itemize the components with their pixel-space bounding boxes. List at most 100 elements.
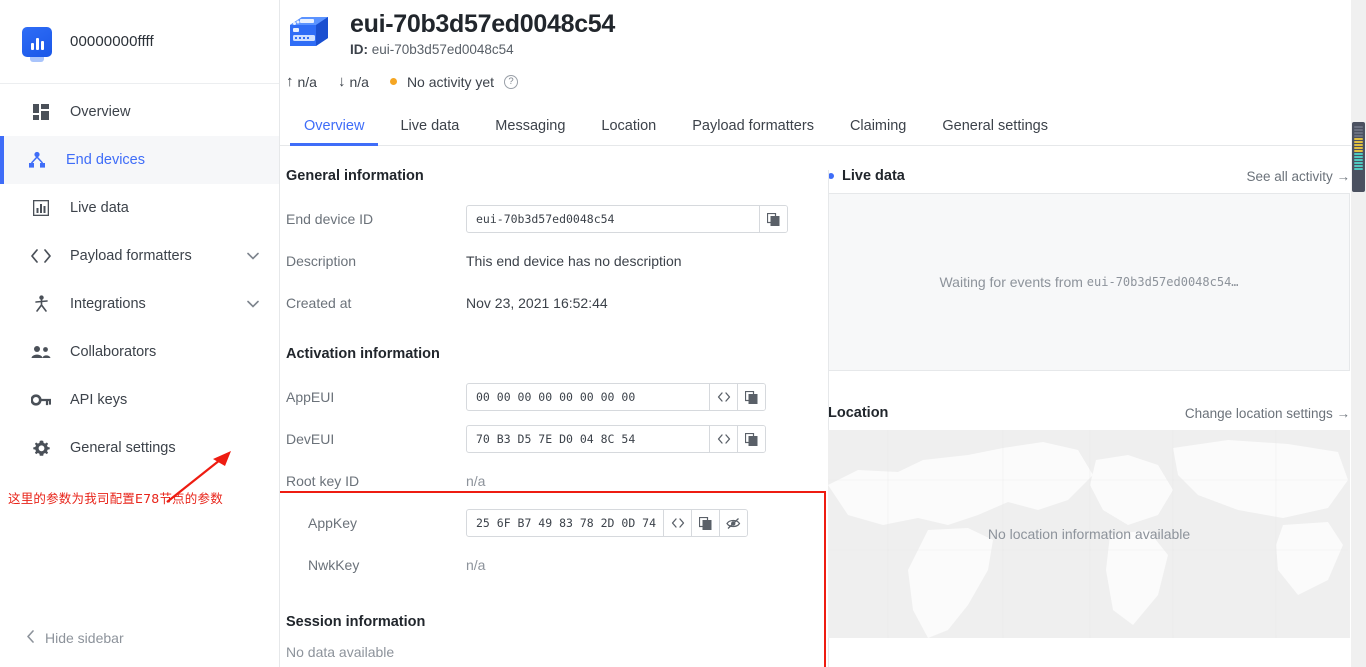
status-dot-icon — [390, 78, 397, 85]
copy-icon[interactable] — [691, 510, 719, 536]
chevron-down-icon[interactable] — [247, 297, 259, 310]
deveui-input[interactable]: 70 B3 D5 7E D0 04 8C 54 — [466, 425, 766, 453]
copy-icon[interactable] — [737, 384, 765, 410]
sidebar-item-general-settings[interactable]: General settings — [0, 424, 279, 472]
tab-bar: Overview Live data Messaging Location Pa… — [280, 110, 1366, 146]
device-id-prefix: ID: — [350, 42, 368, 57]
location-empty-text: No location information available — [988, 526, 1190, 542]
downlink-stat: ↓ n/a — [338, 73, 369, 90]
location-title: Location — [828, 405, 888, 421]
tab-payload-formatters[interactable]: Payload formatters — [674, 110, 832, 145]
device-id-value: eui-70b3d57ed0048c54 — [372, 42, 514, 57]
live-data-empty-state: Waiting for events from eui-70b3d57ed004… — [828, 193, 1350, 371]
field-nwkkey: NwkKey n/a — [286, 544, 828, 586]
overview-content: General information End device ID eui-70… — [280, 146, 1366, 660]
sidebar-header[interactable]: 00000000ffff — [0, 0, 279, 84]
field-label: Root key ID — [286, 473, 466, 489]
question-circle-icon[interactable]: ? — [504, 75, 518, 89]
status-badge: No activity yet ? — [390, 74, 518, 90]
grid-icon — [30, 102, 52, 122]
field-root-key-id: Root key ID n/a — [286, 460, 828, 502]
field-created-at: Created at Nov 23, 2021 16:52:44 — [286, 282, 828, 324]
tab-overview[interactable]: Overview — [286, 110, 382, 145]
sidebar-item-api-keys[interactable]: API keys — [0, 376, 279, 424]
page-title: eui-70b3d57ed0048c54 — [350, 10, 615, 39]
location-panel: Location Change location settings → — [828, 405, 1350, 638]
tab-live-data[interactable]: Live data — [382, 110, 477, 145]
sidebar-item-live-data[interactable]: Live data — [0, 184, 279, 232]
tab-location[interactable]: Location — [583, 110, 674, 145]
sidebar-item-label: Overview — [70, 104, 259, 120]
activation-information-section: Activation information AppEUI 00 00 00 0… — [286, 346, 828, 586]
copy-icon[interactable] — [737, 426, 765, 452]
code-brackets-icon[interactable] — [663, 510, 691, 536]
sidebar-item-end-devices[interactable]: End devices — [0, 136, 279, 184]
device-header: eui-70b3d57ed0048c54 ID: eui-70b3d57ed00… — [280, 0, 1366, 57]
sidebar-item-label: Collaborators — [70, 344, 259, 360]
sidebar-item-integrations[interactable]: Integrations — [0, 280, 279, 328]
field-label: End device ID — [286, 211, 466, 227]
input-value: 25 6F B7 49 83 78 2D 0D 74 8D FE E2 0… — [467, 510, 663, 536]
app-root: 00000000ffff Overview End devices Live d — [0, 0, 1366, 667]
key-icon — [30, 390, 52, 410]
sidebar-item-collaborators[interactable]: Collaborators — [0, 328, 279, 376]
device-status-bar: ↑ n/a ↓ n/a No activity yet ? — [280, 57, 1366, 90]
arrow-down-icon: ↓ — [338, 73, 346, 90]
application-name: 00000000ffff — [70, 33, 154, 50]
sidebar-item-overview[interactable]: Overview — [0, 88, 279, 136]
session-information-section: Session information No data available — [286, 614, 828, 660]
sidebar-item-label: Live data — [70, 200, 259, 216]
live-data-title-group: Live data — [828, 168, 905, 184]
see-all-activity-link[interactable]: See all activity → — [1246, 169, 1350, 184]
integrations-icon — [30, 294, 52, 314]
vertical-scrollbar-track[interactable] — [1351, 0, 1366, 667]
end-device-id-input[interactable]: eui-70b3d57ed0048c54 — [466, 205, 788, 233]
field-label: AppKey — [286, 515, 466, 531]
eye-slash-icon[interactable] — [719, 510, 747, 536]
chevron-left-icon — [26, 630, 35, 646]
appeui-input[interactable]: 00 00 00 00 00 00 00 00 — [466, 383, 766, 411]
sidebar-item-label: End devices — [66, 152, 259, 168]
created-at-value: Nov 23, 2021 16:52:44 — [466, 295, 608, 311]
waiting-device-id: eui-70b3d57ed0048c54… — [1087, 275, 1239, 289]
session-empty-text: No data available — [286, 644, 828, 660]
chevron-down-icon[interactable] — [247, 249, 259, 262]
sidebar-item-label: Integrations — [70, 296, 229, 312]
field-description: Description This end device has no descr… — [286, 240, 828, 282]
uplink-value: n/a — [298, 74, 317, 90]
activation-information-title: Activation information — [286, 346, 828, 362]
sidebar-nav: Overview End devices Live data Payload f… — [0, 84, 279, 609]
tab-general-settings[interactable]: General settings — [924, 110, 1066, 145]
copy-icon[interactable] — [759, 206, 787, 232]
tab-messaging[interactable]: Messaging — [477, 110, 583, 145]
device-nodes-icon — [26, 150, 48, 170]
vertical-scrollbar-thumb[interactable] — [1352, 122, 1365, 192]
live-data-panel: Live data See all activity → Waiting for… — [828, 168, 1350, 371]
live-data-title: Live data — [842, 168, 905, 184]
location-map[interactable]: No location information available — [828, 430, 1350, 638]
device-id-line: ID: eui-70b3d57ed0048c54 — [350, 42, 615, 57]
code-brackets-icon[interactable] — [709, 384, 737, 410]
field-deveui: DevEUI 70 B3 D5 7E D0 04 8C 54 — [286, 418, 828, 460]
location-panel-header: Location Change location settings → — [828, 405, 1350, 421]
field-label: AppEUI — [286, 389, 466, 405]
field-appeui: AppEUI 00 00 00 00 00 00 00 00 — [286, 376, 828, 418]
annotation-text: 这里的参数为我司配置E78节点的参数 — [8, 488, 223, 507]
right-column: Live data See all activity → Waiting for… — [828, 146, 1366, 660]
appkey-input[interactable]: 25 6F B7 49 83 78 2D 0D 74 8D FE E2 0… — [466, 509, 748, 537]
live-data-panel-header: Live data See all activity → — [828, 168, 1350, 184]
sidebar: 00000000ffff Overview End devices Live d — [0, 0, 280, 667]
code-brackets-icon — [30, 246, 52, 266]
field-label: Description — [286, 253, 466, 269]
code-brackets-icon[interactable] — [709, 426, 737, 452]
tab-claiming[interactable]: Claiming — [832, 110, 924, 145]
field-end-device-id: End device ID eui-70b3d57ed0048c54 — [286, 198, 828, 240]
change-location-settings-link[interactable]: Change location settings → — [1185, 406, 1350, 421]
hide-sidebar-button[interactable]: Hide sidebar — [0, 609, 279, 667]
downlink-value: n/a — [349, 74, 368, 90]
uplink-stat: ↑ n/a — [286, 73, 317, 90]
sidebar-item-label: Payload formatters — [70, 248, 229, 264]
sidebar-item-label: API keys — [70, 392, 259, 408]
sidebar-item-payload-formatters[interactable]: Payload formatters — [0, 232, 279, 280]
main-content: eui-70b3d57ed0048c54 ID: eui-70b3d57ed00… — [280, 0, 1366, 667]
